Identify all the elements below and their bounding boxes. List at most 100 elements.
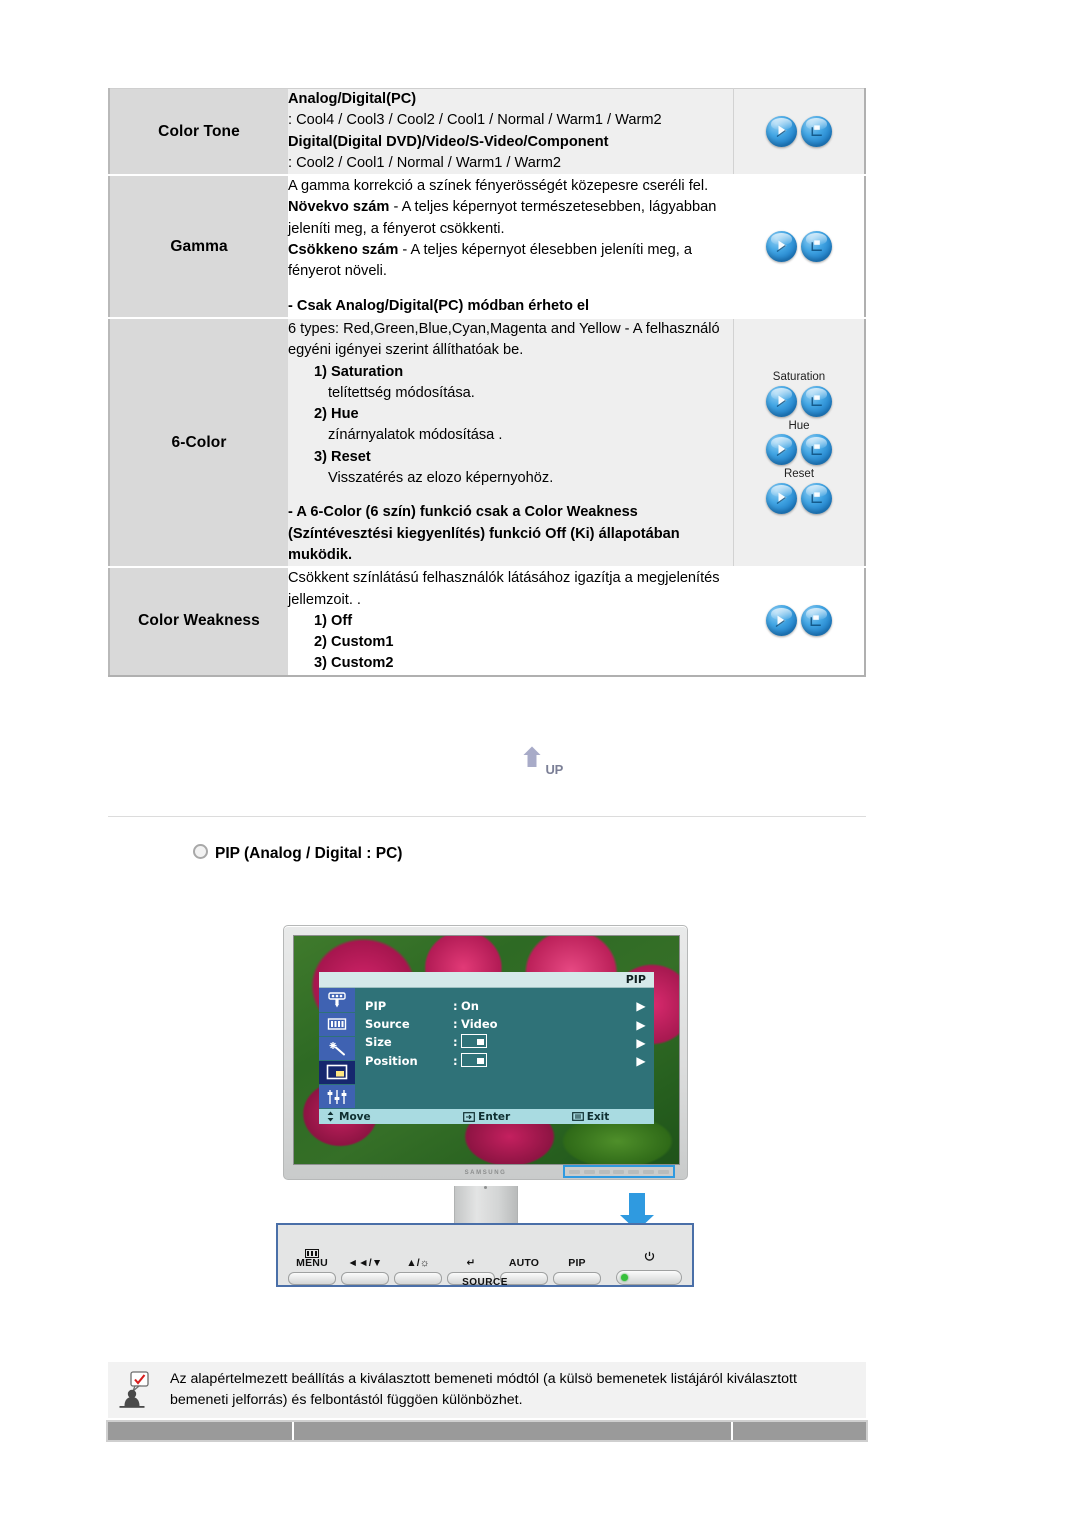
enter-icon[interactable] xyxy=(801,434,832,466)
monitor-control-panel: MENU ◄◄/▼ ▲/☼ ↵ AUTO PIP SOURCE xyxy=(276,1223,694,1288)
table-row: Color Tone Analog/Digital(PC): Cool4 / Co… xyxy=(109,88,865,177)
note-box: Az alapértelmezett beállítás a kiválaszt… xyxy=(108,1362,866,1418)
button-pair xyxy=(734,605,865,637)
enter-icon[interactable] xyxy=(800,605,832,637)
enter-icon[interactable] xyxy=(801,230,832,262)
button-pair xyxy=(734,434,864,466)
osd-item-label: PIP xyxy=(365,998,387,1013)
row-description: Csökkent színlátású felhasználók látásáh… xyxy=(288,567,734,676)
play-icon[interactable] xyxy=(766,115,797,147)
icon-group-label: Saturation xyxy=(772,371,826,384)
control-button-source-label: ↵ xyxy=(466,1256,476,1269)
osd-menu-item[interactable]: Position: ▶ xyxy=(365,1052,654,1070)
menu-key-icon xyxy=(571,1112,584,1121)
power-icon xyxy=(644,1249,655,1267)
play-icon[interactable] xyxy=(766,434,797,466)
row-feature-name: Gamma xyxy=(109,175,288,319)
description-line: 2) Hue xyxy=(314,406,359,423)
osd-footer-enter: Enter xyxy=(463,1111,572,1123)
description-line: zínárnyalatok módosítása . xyxy=(328,427,503,444)
icon-group-label: Hue xyxy=(788,419,810,432)
row-feature-name: Color Weakness xyxy=(109,567,288,676)
osd-menu-item[interactable]: Source: Video ▶ xyxy=(365,1016,654,1034)
description-line: 1) Saturation xyxy=(314,363,404,380)
up-button-label: UP xyxy=(545,762,564,777)
description-line: Digital(Digital DVD)/Video/S-Video/Compo… xyxy=(288,133,609,150)
up-arrow-icon xyxy=(518,743,546,769)
osd-footer-move-label: Move xyxy=(339,1110,371,1123)
pip-icon xyxy=(326,1065,348,1080)
description-lead: Csökkeno szám xyxy=(288,242,399,259)
control-source-label: SOURCE xyxy=(462,1277,508,1288)
page-footer-bar xyxy=(106,1420,868,1442)
osd-item-label: Position xyxy=(365,1053,418,1068)
osd-sidebar-item-image[interactable] xyxy=(319,1036,356,1061)
row-button-icons xyxy=(733,88,865,177)
osd-item-value xyxy=(461,1052,628,1070)
play-icon[interactable] xyxy=(766,385,797,417)
osd-item-arrow-icon[interactable]: ▶ xyxy=(628,1034,654,1052)
table-row: 6-Color 6 types: Red,Green,Blue,Cyan,Mage… xyxy=(109,317,865,569)
osd-footer-enter-label: Enter xyxy=(478,1110,511,1123)
row-feature-name: 6-Color xyxy=(109,317,288,569)
osd-item-arrow-icon[interactable]: ▶ xyxy=(628,997,654,1015)
monitor-screen: PIP PIP: On ▶ Source: Video ▶ Size: ▶… xyxy=(293,935,680,1165)
osd-feature-table: Color Tone Analog/Digital(PC): Cool4 / Co… xyxy=(108,88,866,677)
control-key-hint xyxy=(628,1169,640,1174)
control-key-hint xyxy=(568,1169,580,1174)
control-button-menu-label: MENU xyxy=(296,1256,328,1269)
icon-group-label: Reset xyxy=(783,468,815,481)
enter-icon[interactable] xyxy=(801,115,832,147)
pip-section-heading: PIP (Analog / Digital : PC) xyxy=(193,843,402,863)
enter-icon[interactable] xyxy=(801,385,832,417)
control-key-hint xyxy=(613,1169,625,1174)
control-key-hint xyxy=(657,1169,669,1174)
osd-item-arrow-icon[interactable]: ▶ xyxy=(628,1016,654,1034)
icon-stack xyxy=(734,605,865,637)
osd-footer-exit-label: Exit xyxy=(586,1110,610,1123)
enter-icon[interactable] xyxy=(801,482,832,514)
osd-sidebar-item-pip[interactable] xyxy=(319,1060,356,1085)
description-line: 2) Custom1 xyxy=(314,634,394,651)
osd-footer: Move Enter Exit xyxy=(319,1109,654,1125)
control-button-up-label: ▲/☼ xyxy=(406,1256,430,1269)
up-button-wrapper: UP xyxy=(0,743,1080,782)
description-line: Csökkent színlátású felhasználók látásáh… xyxy=(288,570,720,608)
osd-item-separator: : xyxy=(453,998,458,1013)
osd-sidebar-item-brightness-contrast[interactable] xyxy=(319,988,356,1013)
osd-sidebar xyxy=(319,988,356,1110)
osd-item-value xyxy=(461,1034,628,1051)
control-key-hint xyxy=(643,1169,655,1174)
osd-item-separator: : xyxy=(453,1035,458,1050)
footer-cell-center xyxy=(294,1422,734,1440)
play-icon[interactable] xyxy=(766,482,797,514)
button-pair xyxy=(734,115,864,147)
monitor-bezel: PIP PIP: On ▶ Source: Video ▶ Size: ▶… xyxy=(283,925,688,1180)
osd-sidebar-item-color[interactable] xyxy=(319,1012,356,1037)
table-row: Color Weakness Csökkent színlátású felhas… xyxy=(109,567,865,676)
footer-cell-right xyxy=(733,1422,866,1440)
osd-body: PIP: On ▶ Source: Video ▶ Size: ▶ Position: ▶ xyxy=(319,988,654,1110)
osd-size-box-icon xyxy=(461,1034,488,1049)
osd-sidebar-item-setup[interactable] xyxy=(319,1084,356,1110)
tip-person-icon xyxy=(108,1370,170,1410)
osd-item-value: On xyxy=(461,998,479,1013)
osd-menu-item[interactable]: Size: ▶ xyxy=(365,1034,654,1052)
icon-stack xyxy=(734,115,864,147)
play-icon[interactable] xyxy=(765,605,797,637)
osd-menu-item[interactable]: PIP: On ▶ xyxy=(365,997,654,1015)
osd-item-arrow-icon[interactable]: ▶ xyxy=(628,1052,654,1070)
play-icon[interactable] xyxy=(766,230,797,262)
up-button[interactable]: UP xyxy=(517,743,563,777)
osd-footer-exit: Exit xyxy=(571,1110,654,1123)
button-pair xyxy=(734,482,864,514)
osd-item-value: Video xyxy=(461,1017,498,1032)
move-icon xyxy=(327,1111,334,1122)
table-row: Gamma A gamma korrekció a színek fényerös… xyxy=(109,175,865,319)
description-line: Visszatérés az elozo képernyohöz. xyxy=(328,470,554,487)
description-line: Növekvo szám - A teljes képernyot termés… xyxy=(288,197,733,240)
control-key-hint xyxy=(598,1169,610,1174)
description-line: 3) Custom2 xyxy=(314,655,394,672)
description-line: telítettség módosítása. xyxy=(328,384,475,401)
